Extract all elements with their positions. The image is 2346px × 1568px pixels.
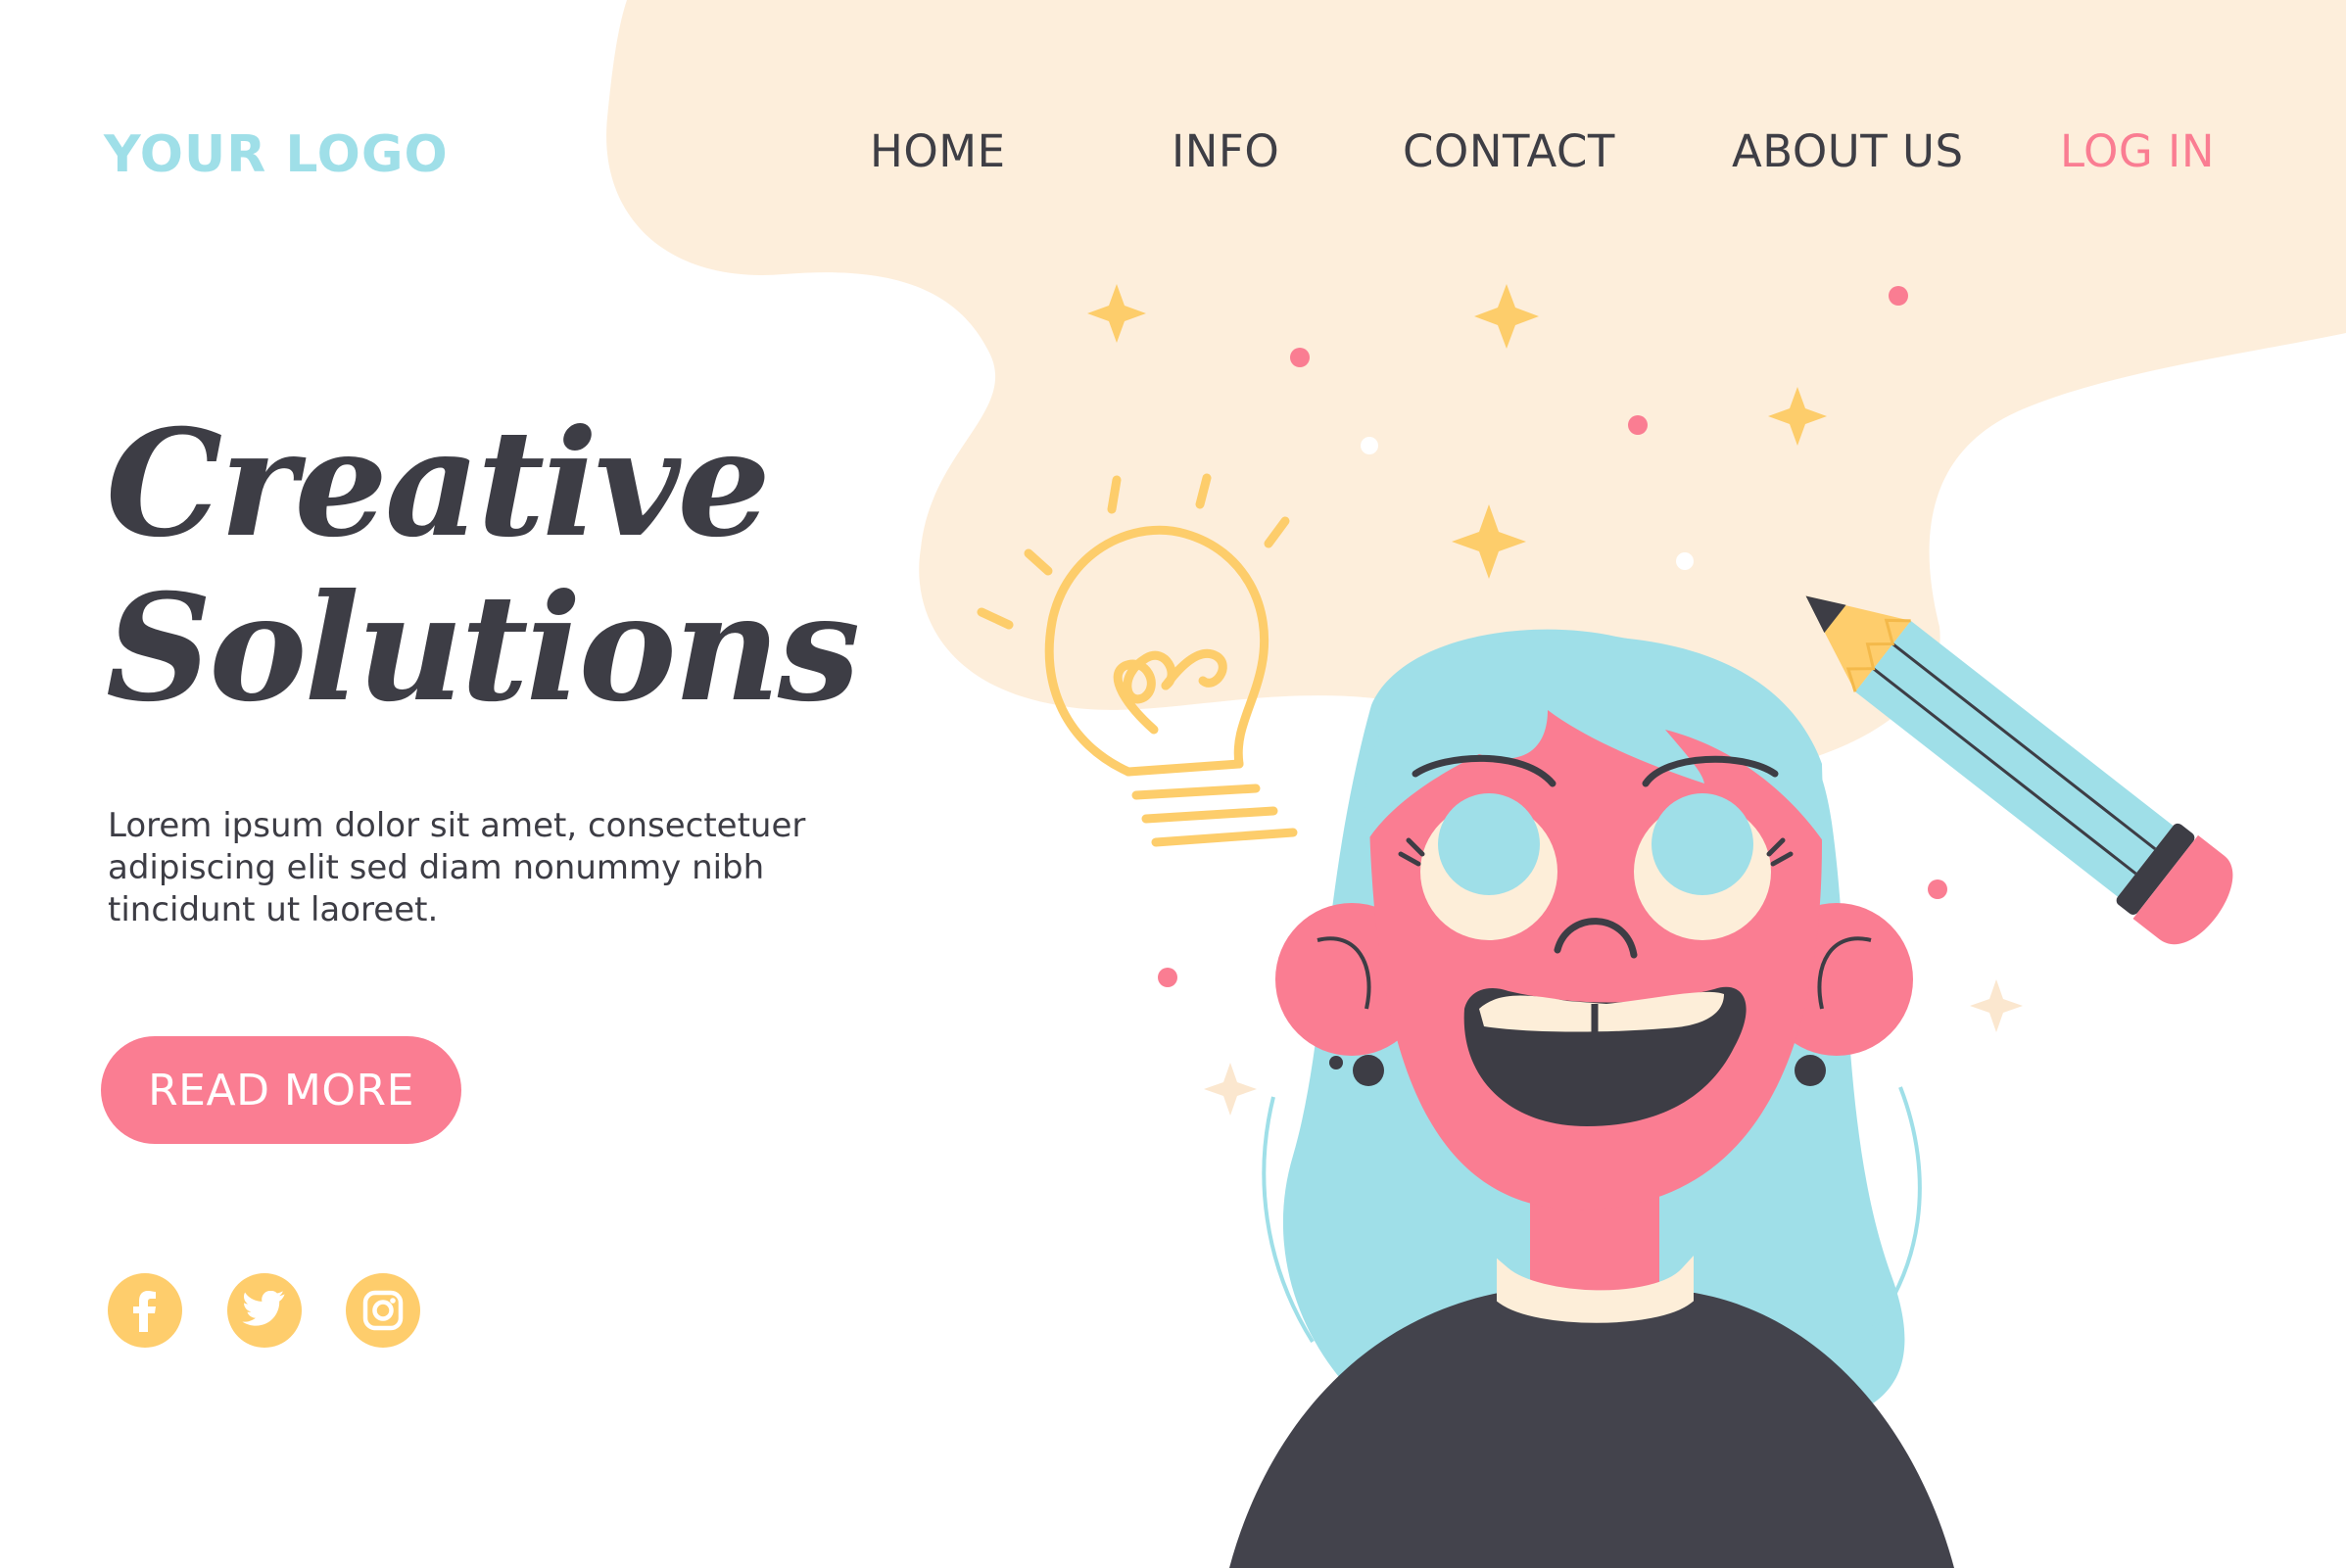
nav-contact[interactable]: CONTACT — [1403, 125, 1615, 177]
facebook-icon[interactable] — [108, 1273, 182, 1348]
hero-description: Lorem ipsum dolor sit amet, consectetuer… — [108, 806, 806, 929]
hero-illustration — [606, 0, 2346, 1568]
character-illustration — [1229, 629, 1954, 1568]
nav-log-in[interactable]: LOG IN — [2060, 125, 2215, 177]
twitter-icon[interactable] — [227, 1273, 302, 1348]
hero-title: Creative Solutions — [106, 398, 860, 735]
hero-title-line-1: Creative — [106, 398, 771, 570]
nav-home[interactable]: HOME — [870, 125, 1006, 177]
instagram-icon[interactable] — [346, 1273, 420, 1348]
landing-page: YOUR LOGO HOME INFO CONTACT ABOUT US LOG… — [0, 0, 2346, 1568]
nav-info[interactable]: INFO — [1172, 125, 1279, 177]
read-more-button[interactable]: READ MORE — [101, 1036, 461, 1144]
nav-about-us[interactable]: ABOUT US — [1732, 125, 1964, 177]
main-navigation: HOME INFO CONTACT ABOUT US LOG IN — [0, 125, 2346, 184]
pencil-icon — [1805, 595, 2233, 945]
hero-title-line-2: Solutions — [106, 562, 860, 735]
